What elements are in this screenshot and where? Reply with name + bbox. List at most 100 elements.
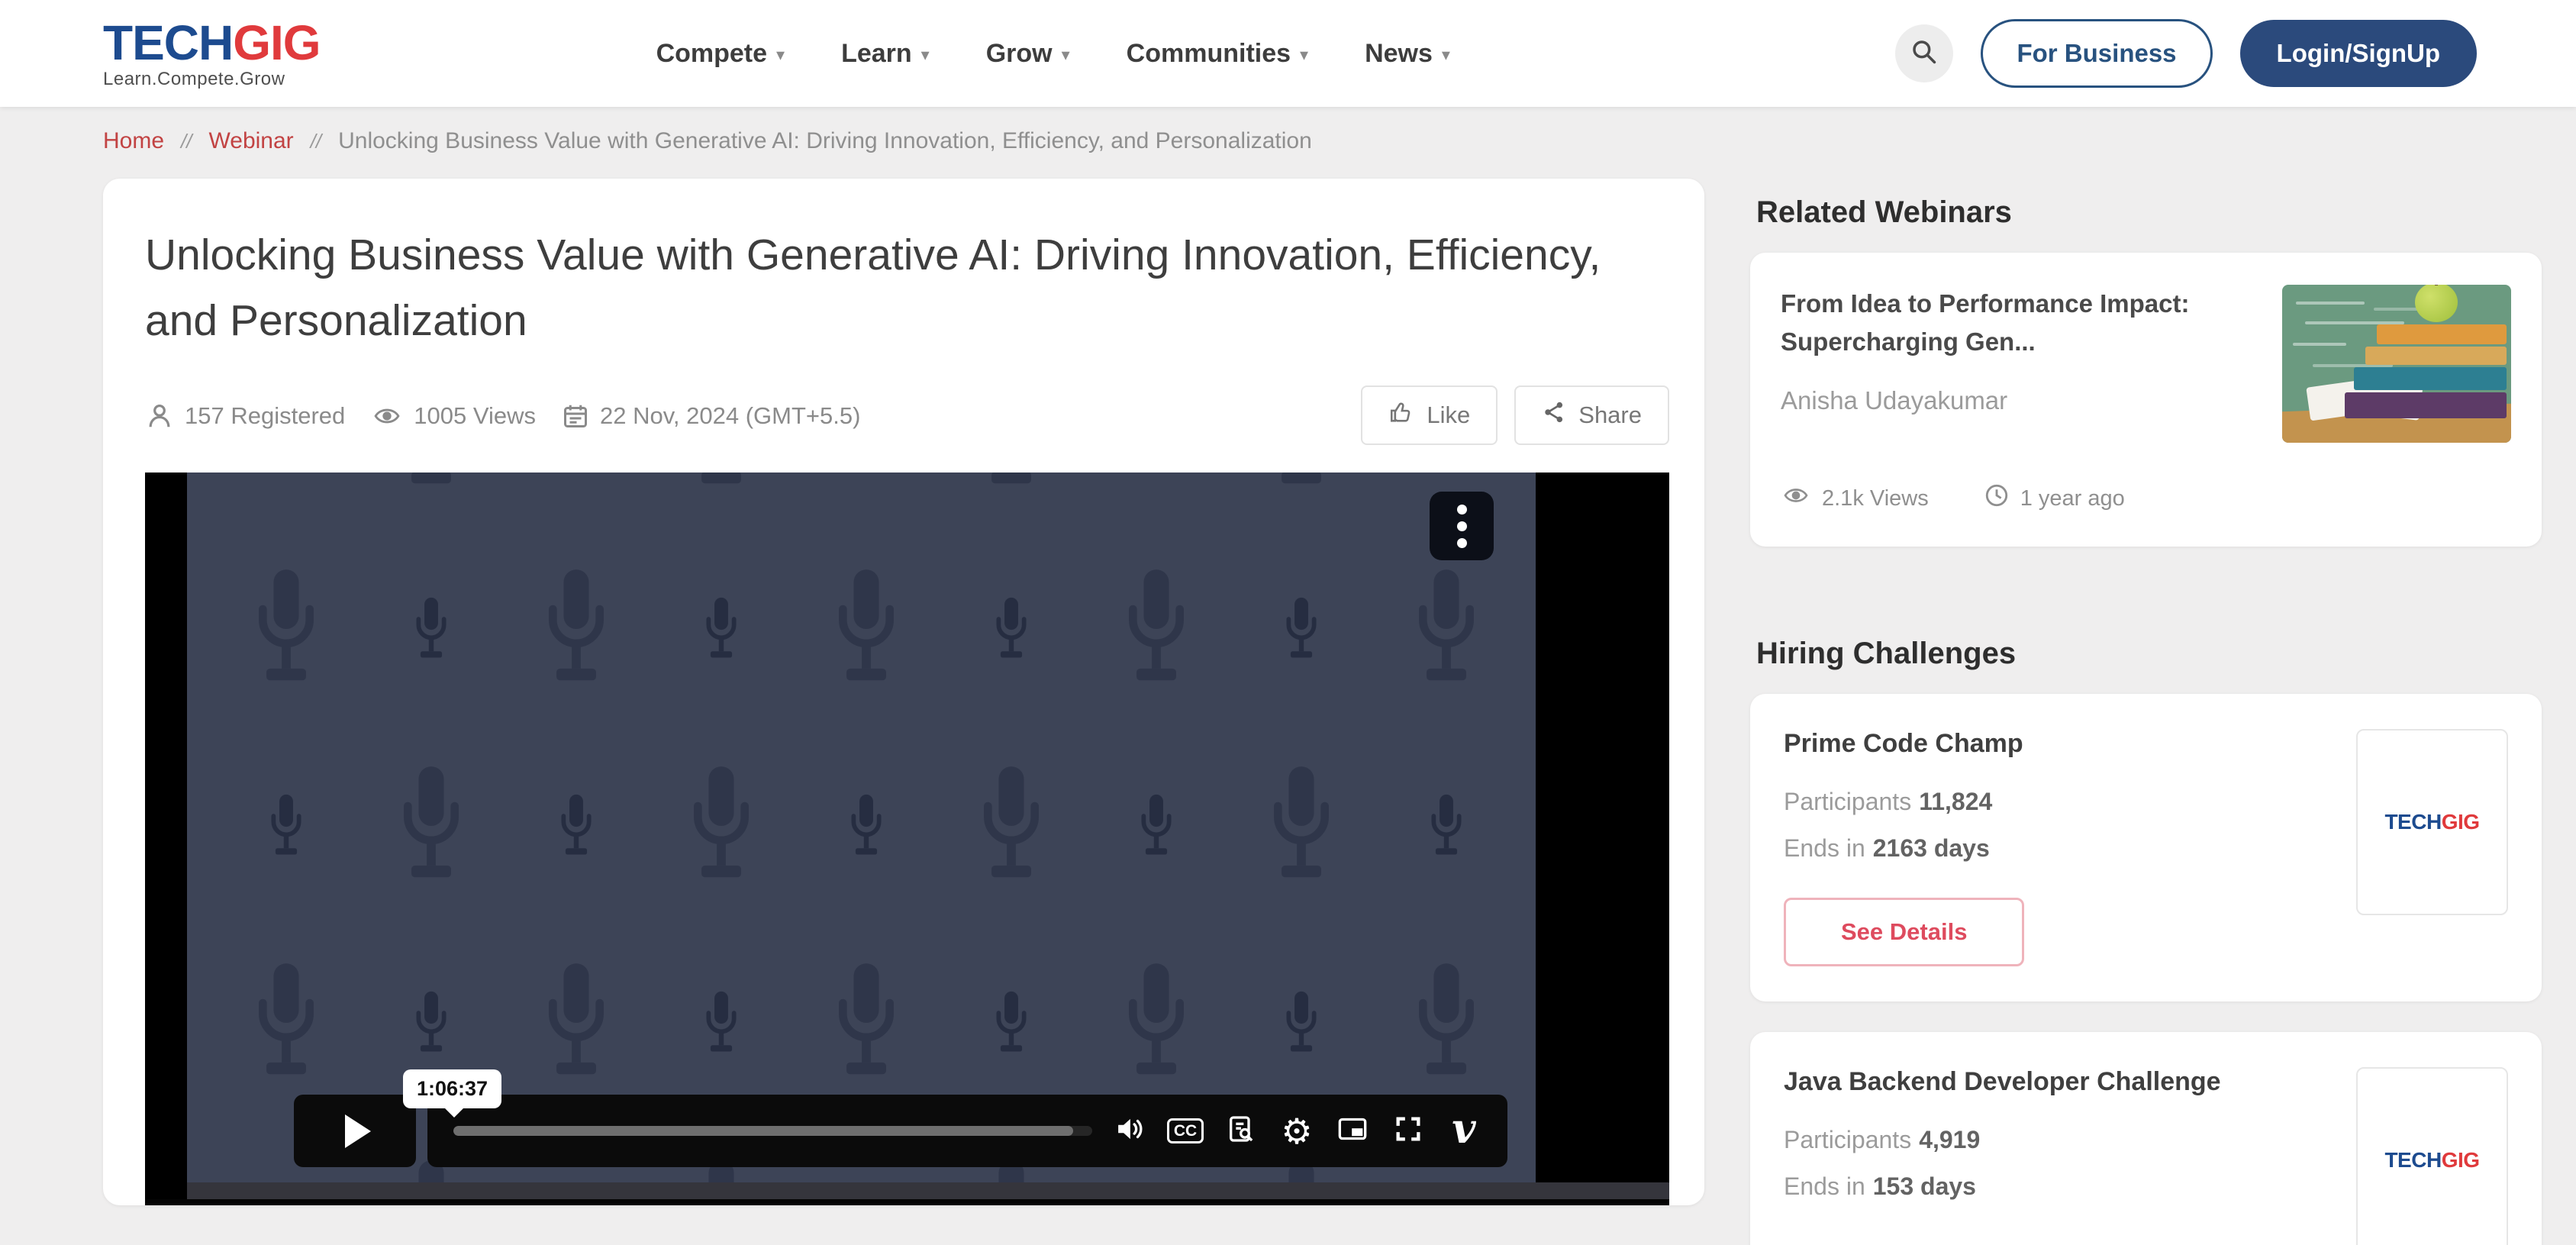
player-bottom-edge	[145, 1199, 1669, 1205]
breadcrumb-home[interactable]: Home	[103, 128, 164, 154]
challenge-ends: Ends in153 days	[1784, 1172, 2333, 1201]
chevron-down-icon: ▾	[1300, 45, 1308, 65]
mic-icon	[1256, 761, 1346, 896]
chevron-down-icon: ▾	[1062, 45, 1070, 65]
closed-captions-button[interactable]: CC	[1168, 1114, 1203, 1149]
chevron-down-icon: ▾	[921, 45, 930, 65]
transcript-icon	[1226, 1114, 1256, 1148]
mic-icon	[531, 958, 621, 1093]
challenge-participants: Participants11,824	[1784, 788, 2333, 816]
main-nav: Compete▾ Learn ▾ Grow ▾ Communities ▾ News▾	[656, 39, 1450, 69]
header: TECHGIG Learn.Compete.Grow Compete▾ Lear…	[0, 0, 2576, 107]
logo-text: TECHGIG	[103, 18, 321, 67]
mic-icon	[552, 792, 601, 865]
breadcrumb-separator: //	[181, 130, 192, 153]
mic-icon	[1277, 989, 1326, 1062]
vimeo-icon: v	[1452, 1108, 1475, 1149]
mic-icon	[697, 595, 746, 668]
mic-icon	[1132, 792, 1181, 865]
video-content	[187, 473, 1536, 1182]
content: Unlocking Business Value with Generative…	[0, 179, 2576, 1245]
challenge-logo: TECHGIG	[2356, 1067, 2508, 1245]
page-title: Unlocking Business Value with Generative…	[145, 223, 1633, 353]
registered-text: 157 Registered	[185, 402, 345, 430]
settings-button[interactable]: ⚙	[1279, 1114, 1314, 1149]
mic-icon	[676, 473, 766, 502]
player-icons: CC ⚙	[1112, 1114, 1481, 1149]
eye-icon	[1781, 483, 1811, 514]
person-icon	[145, 402, 174, 431]
registered-count: 157 Registered	[145, 402, 345, 431]
webinar-card: Unlocking Business Value with Generative…	[103, 179, 1704, 1205]
nav-item-news[interactable]: News▾	[1365, 39, 1450, 69]
apple	[2415, 285, 2458, 322]
progress-fill	[453, 1126, 1073, 1136]
search-button[interactable]	[1895, 24, 1953, 82]
views-text: 1005 Views	[414, 402, 536, 430]
mic-icon	[1401, 958, 1491, 1093]
for-business-button[interactable]: For Business	[1981, 19, 2212, 88]
player-overflow-menu-button[interactable]	[1430, 492, 1494, 560]
header-actions: For Business Login/SignUp	[1895, 19, 2477, 88]
webinar-date: 22 Nov, 2024 (GMT+5.5)	[562, 402, 860, 430]
share-icon	[1542, 400, 1566, 431]
progress-bar[interactable]	[453, 1126, 1092, 1136]
techgig-logo[interactable]: TECHGIG Learn.Compete.Grow	[103, 18, 321, 89]
mic-pattern	[187, 473, 1536, 1182]
challenge-title[interactable]: Java Backend Developer Challenge	[1784, 1067, 2333, 1097]
mic-icon	[821, 564, 911, 699]
thumbs-up-icon	[1388, 399, 1414, 431]
nav-label: Compete	[656, 39, 767, 69]
nav-label: Learn	[841, 39, 912, 69]
book-stack	[2342, 324, 2507, 418]
views-count: 1005 Views	[371, 402, 536, 430]
like-label: Like	[1427, 402, 1470, 429]
related-webinar-card[interactable]: From Idea to Performance Impact: Superch…	[1750, 253, 2542, 547]
webinar-meta: 157 Registered 1005 Views 22 Nov, 2024 (…	[145, 385, 1669, 447]
challenge-title[interactable]: Prime Code Champ	[1784, 729, 2333, 759]
nav-label: Communities	[1127, 39, 1291, 69]
play-icon	[345, 1114, 371, 1148]
mic-icon	[386, 761, 476, 896]
search-icon	[1910, 37, 1939, 70]
nav-item-learn[interactable]: Learn ▾	[841, 39, 930, 69]
vimeo-logo-button[interactable]: v	[1446, 1114, 1481, 1149]
transcript-button[interactable]	[1224, 1114, 1259, 1149]
share-label: Share	[1578, 402, 1642, 429]
posted-text: 1 year ago	[2020, 486, 2125, 511]
share-button[interactable]: Share	[1514, 385, 1669, 445]
play-button[interactable]	[294, 1095, 416, 1167]
like-button[interactable]: Like	[1361, 385, 1498, 445]
fullscreen-button[interactable]	[1391, 1114, 1426, 1149]
pip-button[interactable]	[1335, 1114, 1370, 1149]
challenge-participants: Participants4,919	[1784, 1126, 2333, 1154]
mic-icon	[1401, 564, 1491, 699]
related-webinar-views: 2.1k Views	[1781, 483, 1929, 514]
nav-item-grow[interactable]: Grow ▾	[986, 39, 1070, 69]
related-webinar-speaker: Anisha Udayakumar	[1781, 386, 2261, 415]
gear-icon: ⚙	[1281, 1114, 1312, 1149]
see-details-button[interactable]: See Details	[1784, 898, 2024, 966]
nav-label: Grow	[986, 39, 1053, 69]
nav-item-communities[interactable]: Communities ▾	[1127, 39, 1308, 69]
breadcrumb: Home // Webinar // Unlocking Business Va…	[103, 128, 2576, 154]
time-tooltip: 1:06:37	[403, 1069, 501, 1108]
mic-icon	[1256, 473, 1346, 502]
login-signup-button[interactable]: Login/SignUp	[2240, 20, 2477, 87]
volume-button[interactable]	[1112, 1114, 1147, 1149]
mic-icon	[697, 989, 746, 1062]
calendar-icon	[562, 402, 589, 430]
challenge-ends: Ends in2163 days	[1784, 834, 2333, 863]
nav-item-compete[interactable]: Compete▾	[656, 39, 785, 69]
breadcrumb-webinar[interactable]: Webinar	[208, 128, 293, 154]
views-text: 2.1k Views	[1822, 486, 1929, 511]
mic-icon	[966, 761, 1056, 896]
related-webinar-title[interactable]: From Idea to Performance Impact: Superch…	[1781, 285, 2208, 360]
video-player[interactable]: 1:06:37	[145, 473, 1669, 1205]
mic-icon	[262, 792, 311, 865]
mic-icon	[676, 761, 766, 896]
page: TECHGIG Learn.Compete.Grow Compete▾ Lear…	[0, 0, 2576, 1245]
related-webinar-thumbnail[interactable]	[2282, 285, 2511, 443]
challenge-card[interactable]: Java Backend Developer Challenge Partici…	[1750, 1032, 2542, 1245]
challenge-card[interactable]: Prime Code Champ Participants11,824 Ends…	[1750, 694, 2542, 1001]
